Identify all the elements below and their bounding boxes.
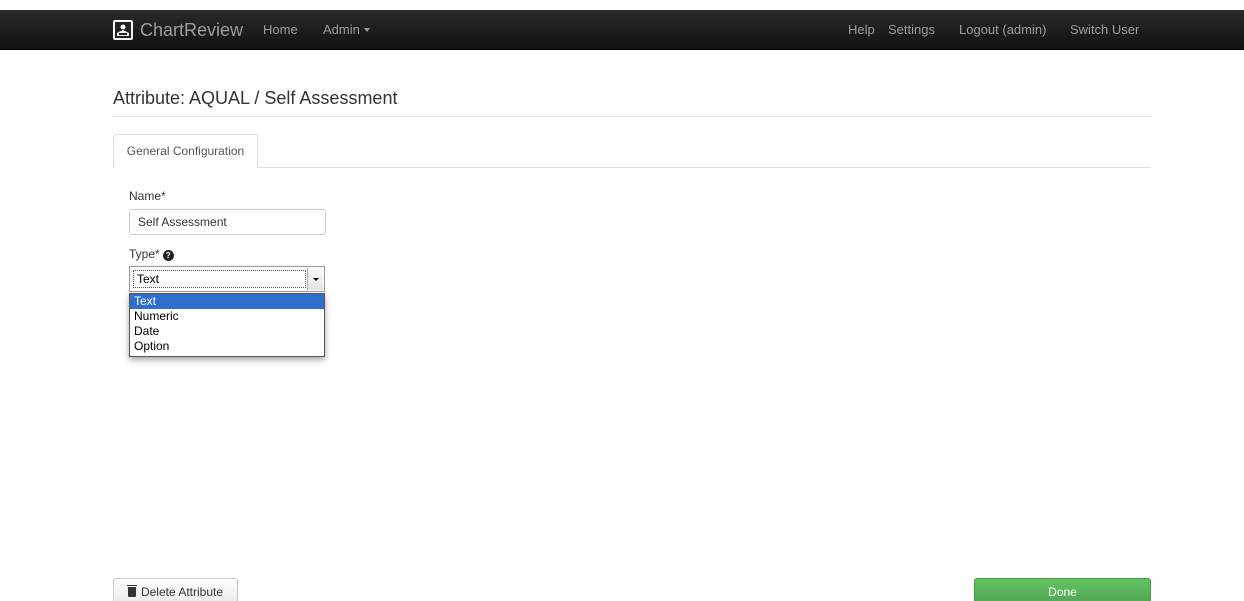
type-select-value: Text (133, 270, 306, 288)
caret-down-icon (363, 27, 370, 32)
done-button[interactable]: Done (974, 578, 1151, 601)
title-divider (113, 116, 1151, 117)
nav-logout[interactable]: Logout (admin) (959, 10, 1046, 50)
nav-help[interactable]: Help (848, 10, 875, 50)
name-input[interactable] (129, 209, 326, 235)
type-label-row: Type*? (129, 247, 174, 261)
type-select[interactable]: Text (129, 266, 325, 292)
name-label: Name* (129, 189, 166, 203)
trash-icon (126, 585, 137, 597)
type-label: Type* (129, 247, 160, 261)
type-option-date[interactable]: Date (130, 324, 324, 339)
type-option-option[interactable]: Option (130, 339, 324, 354)
nav-admin-dropdown[interactable]: Admin (323, 10, 370, 50)
tab-general-configuration[interactable]: General Configuration (113, 134, 258, 168)
type-option-numeric[interactable]: Numeric (130, 309, 324, 324)
nav-settings[interactable]: Settings (888, 10, 935, 50)
nav-switch-user[interactable]: Switch User (1070, 10, 1139, 50)
nav-home[interactable]: Home (263, 10, 298, 50)
page-title: Attribute: AQUAL / Self Assessment (113, 88, 398, 108)
nav-admin-label: Admin (323, 22, 360, 37)
delete-attribute-label: Delete Attribute (140, 585, 224, 599)
delete-attribute-button[interactable]: Delete Attribute (113, 578, 238, 601)
brand[interactable]: ChartReview (113, 10, 243, 50)
type-option-text[interactable]: Text (130, 294, 324, 309)
question-circle-icon[interactable]: ? (162, 250, 174, 261)
type-options-list: Text Numeric Date Option (129, 293, 325, 357)
chartreview-logo-icon (113, 20, 133, 40)
brand-name: ChartReview (140, 19, 244, 40)
tab-bar-border (113, 167, 1151, 168)
dropdown-arrow-icon[interactable] (307, 268, 323, 290)
top-navbar: ChartReview Home Admin Help Settings Log… (0, 10, 1244, 50)
